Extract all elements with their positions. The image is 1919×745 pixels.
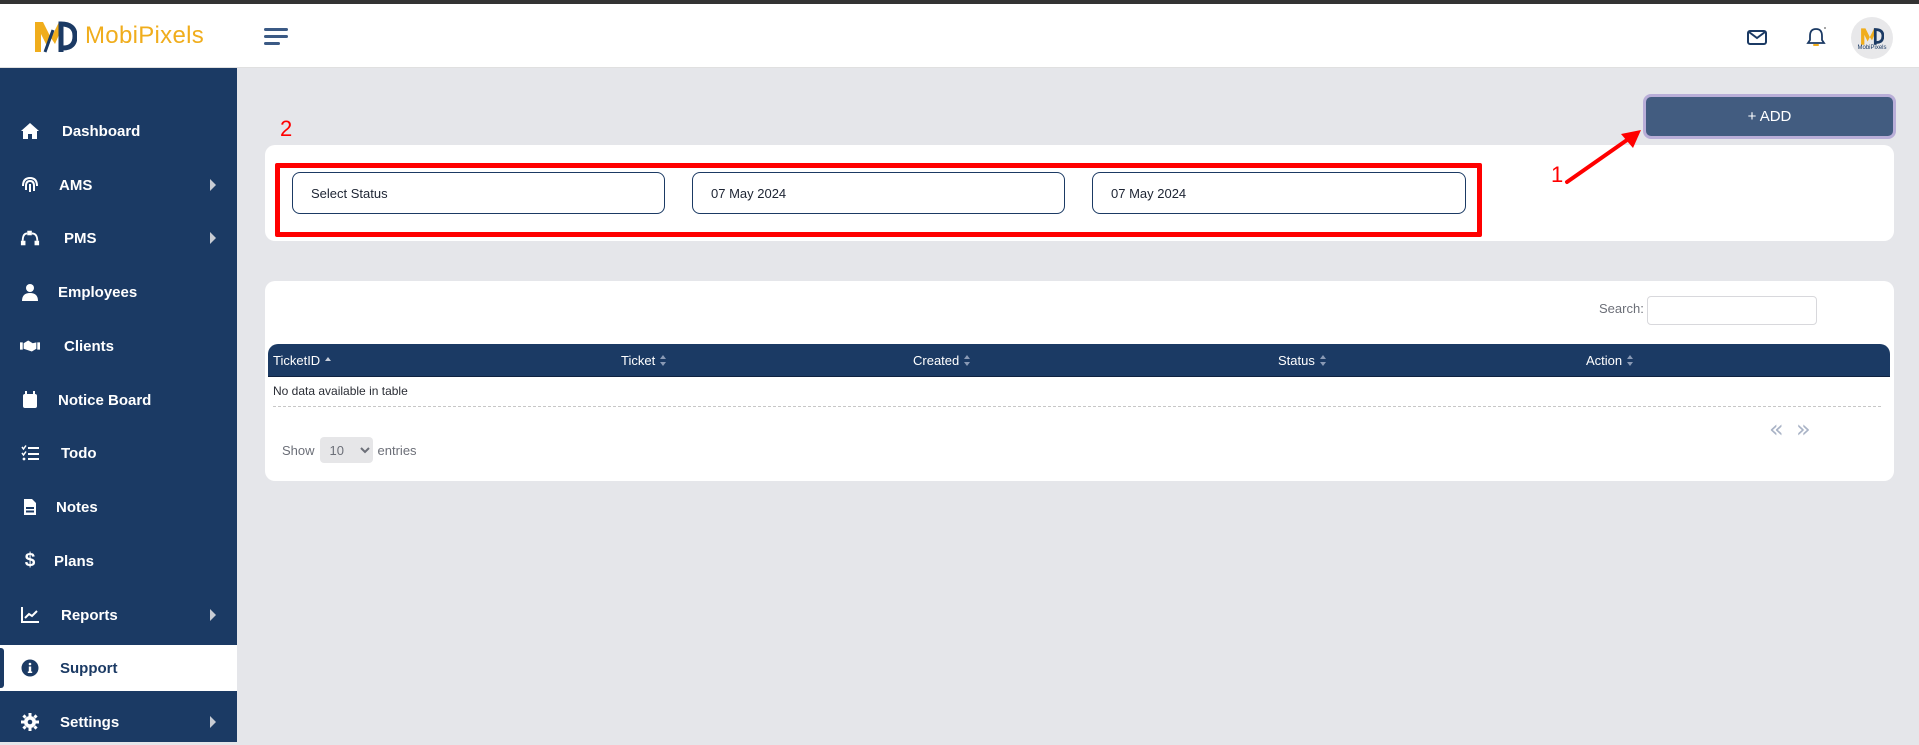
brand-logo[interactable]: MobiPixels xyxy=(33,18,204,54)
bezier-icon xyxy=(20,228,40,248)
sidebar-item-support[interactable]: Support xyxy=(0,645,237,691)
caret-right-icon xyxy=(210,179,216,191)
calendar-icon xyxy=(20,390,40,410)
checklist-icon xyxy=(20,443,40,463)
fingerprint-icon xyxy=(20,175,40,195)
column-header-created[interactable]: Created xyxy=(913,344,971,377)
caret-right-icon xyxy=(210,609,216,621)
sidebar-item-clients[interactable]: Clients xyxy=(0,323,237,369)
sort-icon xyxy=(660,355,667,366)
pager-next-icon[interactable]: » xyxy=(1796,415,1811,443)
annotation-arrow-icon xyxy=(1565,130,1641,184)
mp-logo-icon xyxy=(35,21,77,53)
avatar-label: MobiPixels xyxy=(1857,44,1887,51)
user-avatar[interactable]: MobiPixels xyxy=(1851,17,1893,59)
column-header-ticket[interactable]: Ticket xyxy=(621,344,667,377)
search-label: Search: xyxy=(1599,301,1644,316)
sort-asc-icon xyxy=(325,355,332,366)
sidebar-item-label: Dashboard xyxy=(62,122,141,140)
sidebar-item-ams[interactable]: AMS xyxy=(0,162,237,208)
sidebar-item-label: Employees xyxy=(58,283,138,301)
chart-line-icon xyxy=(20,605,40,625)
table-row-divider xyxy=(273,406,1881,407)
empty-table-message: No data available in table xyxy=(273,384,408,398)
sidebar-item-label: AMS xyxy=(59,176,93,194)
add-ticket-button[interactable]: + ADD xyxy=(1643,94,1896,139)
column-label: Created xyxy=(913,353,960,368)
annotation-label-2: 2 xyxy=(280,116,293,141)
note-icon xyxy=(20,497,40,517)
brand-name: MobiPixels xyxy=(85,22,205,49)
sidebar-item-label: Support xyxy=(60,659,118,677)
show-label: Show xyxy=(282,442,315,458)
menu-toggle-icon[interactable] xyxy=(264,28,288,46)
annotation-label-1: 1 xyxy=(1551,162,1564,187)
sidebar-item-dashboard[interactable]: Dashboard xyxy=(0,108,237,154)
sidebar-item-notice-board[interactable]: Notice Board xyxy=(0,377,237,423)
sidebar-item-reports[interactable]: Reports xyxy=(0,592,237,638)
caret-right-icon xyxy=(210,716,216,728)
sidebar-item-plans[interactable]: $ Plans xyxy=(0,538,237,584)
sidebar-item-label: Clients xyxy=(64,337,115,355)
sidebar-item-label: Settings xyxy=(60,713,120,731)
page-length-control: Show 10 entries xyxy=(282,437,417,463)
column-label: Ticket xyxy=(621,353,656,368)
sidebar-item-notes[interactable]: Notes xyxy=(0,484,237,530)
home-icon xyxy=(20,121,40,141)
dollar-icon: $ xyxy=(24,550,36,571)
end-date-input[interactable]: 07 May 2024 xyxy=(1092,172,1466,214)
pager-previous-icon[interactable]: « xyxy=(1769,415,1784,443)
table-header: TicketID Ticket Created Status Action xyxy=(268,344,1890,377)
sidebar: Dashboard AMS PMS Employees Clients Noti… xyxy=(0,68,237,742)
sidebar-item-todo[interactable]: Todo xyxy=(0,430,237,476)
sidebar-item-employees[interactable]: Employees xyxy=(0,269,237,315)
sidebar-item-label: Plans xyxy=(54,552,95,570)
column-label: Status xyxy=(1278,353,1315,368)
column-header-action[interactable]: Action xyxy=(1586,344,1634,377)
bell-icon[interactable] xyxy=(1805,26,1827,48)
status-select[interactable]: Select Status xyxy=(292,172,665,214)
sort-icon xyxy=(1319,355,1327,366)
user-icon xyxy=(20,282,40,302)
search-input[interactable] xyxy=(1647,296,1817,325)
sidebar-item-pms[interactable]: PMS xyxy=(0,215,237,261)
handshake-icon xyxy=(20,336,40,356)
sidebar-item-label: Todo xyxy=(61,444,97,462)
sidebar-item-label: Reports xyxy=(61,606,118,624)
column-header-status[interactable]: Status xyxy=(1278,344,1327,377)
start-date-input[interactable]: 07 May 2024 xyxy=(692,172,1065,214)
info-icon xyxy=(20,658,40,678)
sidebar-item-label: Notes xyxy=(56,498,98,516)
entries-label: entries xyxy=(377,442,417,458)
column-header-ticketid[interactable]: TicketID xyxy=(273,344,332,377)
sidebar-item-settings[interactable]: Settings xyxy=(0,699,237,745)
column-label: Action xyxy=(1586,353,1623,368)
page-length-select[interactable]: 10 xyxy=(319,437,373,463)
caret-right-icon xyxy=(210,232,216,244)
column-label: TicketID xyxy=(273,353,321,368)
sort-icon xyxy=(1627,355,1634,366)
top-header: MobiPixels MobiPixels xyxy=(0,4,1919,68)
sidebar-item-label: PMS xyxy=(64,229,97,247)
avatar-logo-icon xyxy=(1861,27,1884,45)
sidebar-item-label: Notice Board xyxy=(58,391,152,409)
mail-icon[interactable] xyxy=(1746,26,1768,48)
gear-icon xyxy=(20,712,40,732)
sort-icon xyxy=(964,355,971,366)
